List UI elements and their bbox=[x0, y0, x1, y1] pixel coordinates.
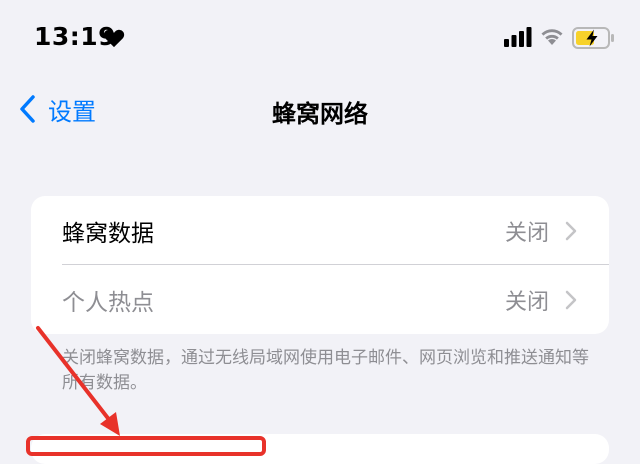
cellular-signal-icon bbox=[504, 27, 532, 47]
battery-charging-icon bbox=[572, 27, 614, 49]
personal-hotspot-label: 个人热点 bbox=[62, 289, 154, 316]
annotation-arrow-icon bbox=[36, 326, 120, 436]
navigation-bar: 设置 蜂窝网络 bbox=[0, 80, 640, 140]
cellular-data-footer-note: 关闭蜂窝数据，通过无线局域网使用电子邮件、网页浏览和推送通知等所有数据。 bbox=[62, 348, 589, 393]
chevron-right-icon bbox=[565, 221, 577, 240]
chevron-right-icon bbox=[565, 290, 577, 309]
wifi-icon bbox=[541, 29, 563, 45]
status-bar: 13:19 bbox=[0, 0, 640, 80]
cellular-data-label: 蜂窝数据 bbox=[62, 220, 154, 247]
cellular-data-row[interactable]: 蜂窝数据 关闭 bbox=[31, 196, 609, 265]
personal-hotspot-value: 关闭 bbox=[504, 289, 549, 315]
cellular-data-value: 关闭 bbox=[504, 220, 549, 246]
page-title: 蜂窝网络 bbox=[272, 100, 368, 128]
heart-icon bbox=[103, 29, 125, 48]
cellular-settings-group: 蜂窝数据 关闭 个人热点 关闭 bbox=[31, 196, 609, 334]
